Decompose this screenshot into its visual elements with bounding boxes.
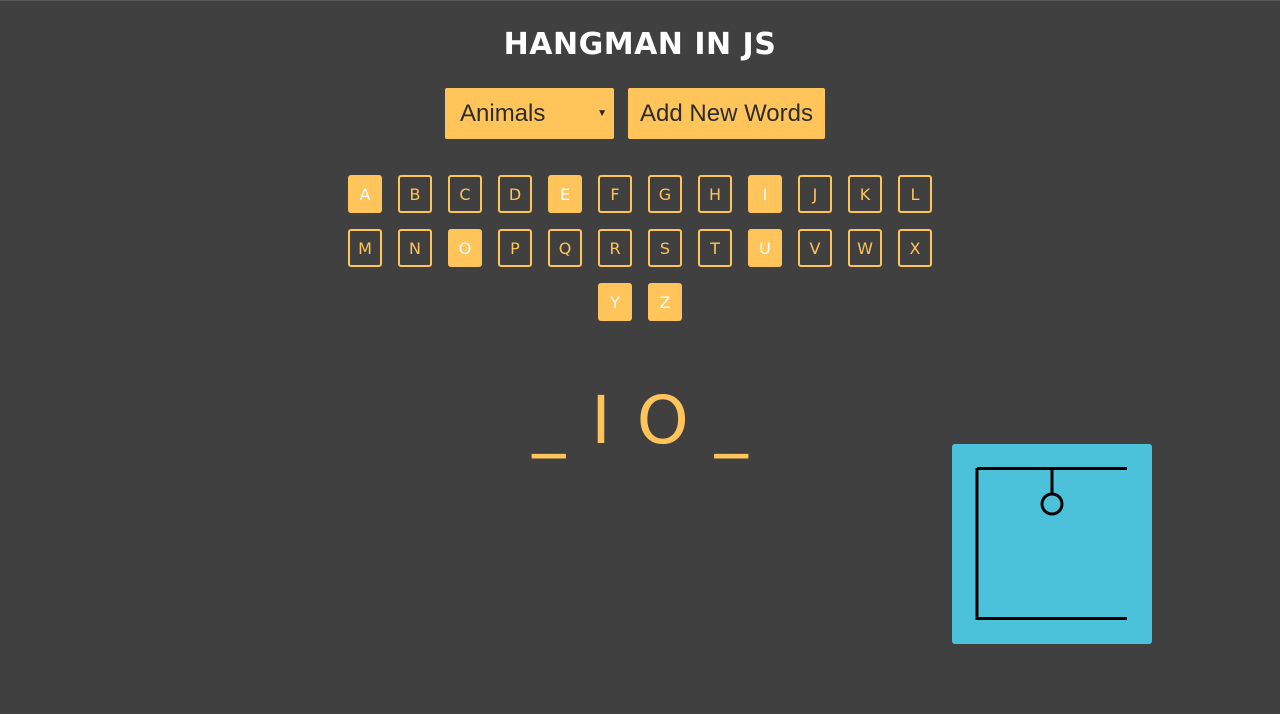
- letter-button-a[interactable]: A: [348, 175, 382, 213]
- dropdown-caret-icon: ▼: [597, 108, 607, 119]
- hangman-head: [1040, 492, 1064, 516]
- letter-button-j[interactable]: J: [798, 175, 832, 213]
- letter-button-d[interactable]: D: [498, 175, 532, 213]
- letter-button-g[interactable]: G: [648, 175, 682, 213]
- category-select[interactable]: Animals ▼: [445, 88, 614, 139]
- letter-row: MNOPQRSTUVWX: [348, 229, 932, 267]
- gallows-drawing: [975, 467, 1127, 620]
- letter-button-r[interactable]: R: [598, 229, 632, 267]
- letter-button-i[interactable]: I: [748, 175, 782, 213]
- letter-button-c[interactable]: C: [448, 175, 482, 213]
- letter-button-o[interactable]: O: [448, 229, 482, 267]
- letter-button-m[interactable]: M: [348, 229, 382, 267]
- letter-button-b[interactable]: B: [398, 175, 432, 213]
- letter-button-f[interactable]: F: [598, 175, 632, 213]
- word-letter-slot: I: [591, 382, 611, 459]
- word-letter-slot: _: [714, 382, 748, 459]
- letter-button-w[interactable]: W: [848, 229, 882, 267]
- word-letter-slot: O: [636, 382, 689, 459]
- page-title: HANGMAN IN JS: [503, 27, 777, 62]
- letter-button-p[interactable]: P: [498, 229, 532, 267]
- letter-button-k[interactable]: K: [848, 175, 882, 213]
- letter-button-h[interactable]: H: [698, 175, 732, 213]
- letter-button-s[interactable]: S: [648, 229, 682, 267]
- letter-button-u[interactable]: U: [748, 229, 782, 267]
- hangman-canvas: [952, 444, 1152, 644]
- letter-button-n[interactable]: N: [398, 229, 432, 267]
- page: HANGMAN IN JS Animals ▼ Add New Words AB…: [0, 0, 1280, 714]
- letter-button-q[interactable]: Q: [548, 229, 582, 267]
- controls-bar: Animals ▼ Add New Words: [445, 88, 825, 139]
- letter-row: YZ: [348, 283, 932, 321]
- letter-keyboard: ABCDEFGHIJKL MNOPQRSTUVWX YZ: [348, 175, 932, 337]
- letter-button-l[interactable]: L: [898, 175, 932, 213]
- letter-row: ABCDEFGHIJKL: [348, 175, 932, 213]
- category-select-value: Animals: [460, 99, 546, 127]
- add-new-words-button[interactable]: Add New Words: [628, 88, 825, 139]
- letter-button-t[interactable]: T: [698, 229, 732, 267]
- letter-button-v[interactable]: V: [798, 229, 832, 267]
- letter-button-e[interactable]: E: [548, 175, 582, 213]
- word-letter-slot: _: [532, 382, 566, 459]
- letter-button-x[interactable]: X: [898, 229, 932, 267]
- letter-button-z[interactable]: Z: [648, 283, 682, 321]
- letter-button-y[interactable]: Y: [598, 283, 632, 321]
